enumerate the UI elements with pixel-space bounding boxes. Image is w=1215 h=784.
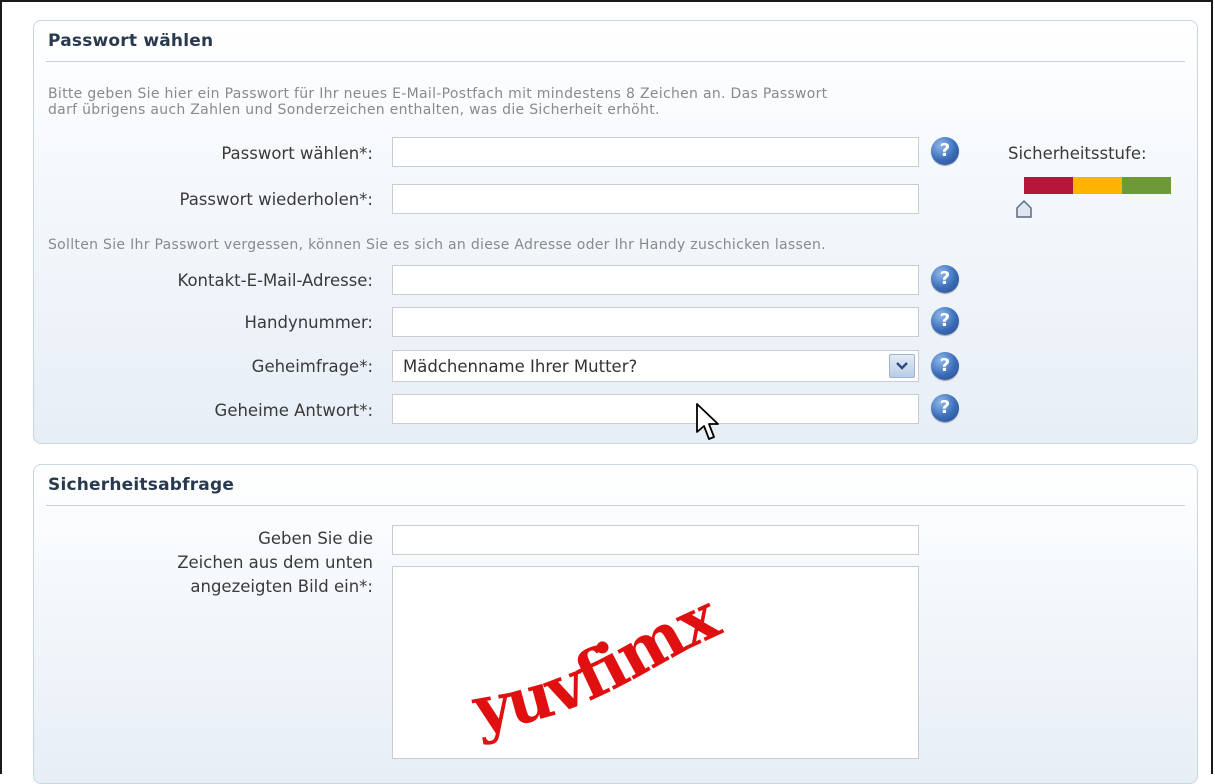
security-question-help-icon[interactable]: ? [931,352,959,380]
secret-answer-help-icon[interactable]: ? [931,394,959,422]
intro-line-2: darf übrigens auch Zahlen und Sonderzeic… [48,102,660,118]
mouse-pointer-icon [696,403,719,440]
recovery-hint: Sollten Sie Ihr Passwort vergessen, könn… [48,237,826,253]
strength-marker-icon [1016,199,1032,218]
divider [46,61,1185,62]
strength-segment-strong [1122,177,1171,194]
password-help-icon[interactable]: ? [931,137,959,165]
captcha-characters: yuvfimx [467,579,734,749]
captcha-label-line-2: Zeichen aus dem unten [177,553,373,572]
strength-segment-medium [1073,177,1122,194]
security-question-select[interactable]: Mädchenname Ihrer Mutter? [392,350,919,382]
password-label: Passwort wählen*: [221,144,373,163]
captcha-label: Geben Sie die Zeichen aus dem unten ange… [177,527,373,599]
captcha-input[interactable] [392,525,919,555]
captcha-section-title: Sicherheitsabfrage [48,475,235,495]
password-panel: Passwort wählen Bitte geben Sie hier ein… [33,20,1198,444]
security-question-label: Geheimfrage*: [251,357,373,376]
password-input[interactable] [392,137,919,167]
captcha-label-line-3: angezeigten Bild ein*: [190,577,373,596]
mobile-label: Handynummer: [244,313,373,332]
strength-meter [1024,177,1171,194]
mobile-input[interactable] [392,307,919,337]
captcha-image: yuvfimx [392,566,919,759]
dropdown-button[interactable] [889,354,915,378]
secret-answer-input[interactable] [392,394,919,424]
repeat-password-label: Passwort wiederholen*: [179,190,373,209]
divider [46,505,1185,506]
strength-label: Sicherheitsstufe: [1008,144,1147,163]
contact-email-input[interactable] [392,265,919,295]
contact-email-label: Kontakt-E-Mail-Adresse: [177,271,373,290]
contact-email-help-icon[interactable]: ? [931,265,959,293]
captcha-text-image: yuvfimx [467,579,734,749]
mobile-help-icon[interactable]: ? [931,307,959,335]
intro-text: Bitte geben Sie hier ein Passwort für Ih… [48,84,1188,120]
strength-segment-weak [1024,177,1073,194]
captcha-panel: Sicherheitsabfrage Geben Sie die Zeichen… [33,464,1198,784]
chevron-down-icon [896,362,908,370]
repeat-password-input[interactable] [392,184,919,214]
captcha-label-line-1: Geben Sie die [258,529,373,548]
svg-text:yuvfimx: yuvfimx [467,579,732,749]
security-question-value: Mädchenname Ihrer Mutter? [403,356,638,376]
secret-answer-label: Geheime Antwort*: [214,401,373,420]
password-section-title: Passwort wählen [48,31,214,51]
